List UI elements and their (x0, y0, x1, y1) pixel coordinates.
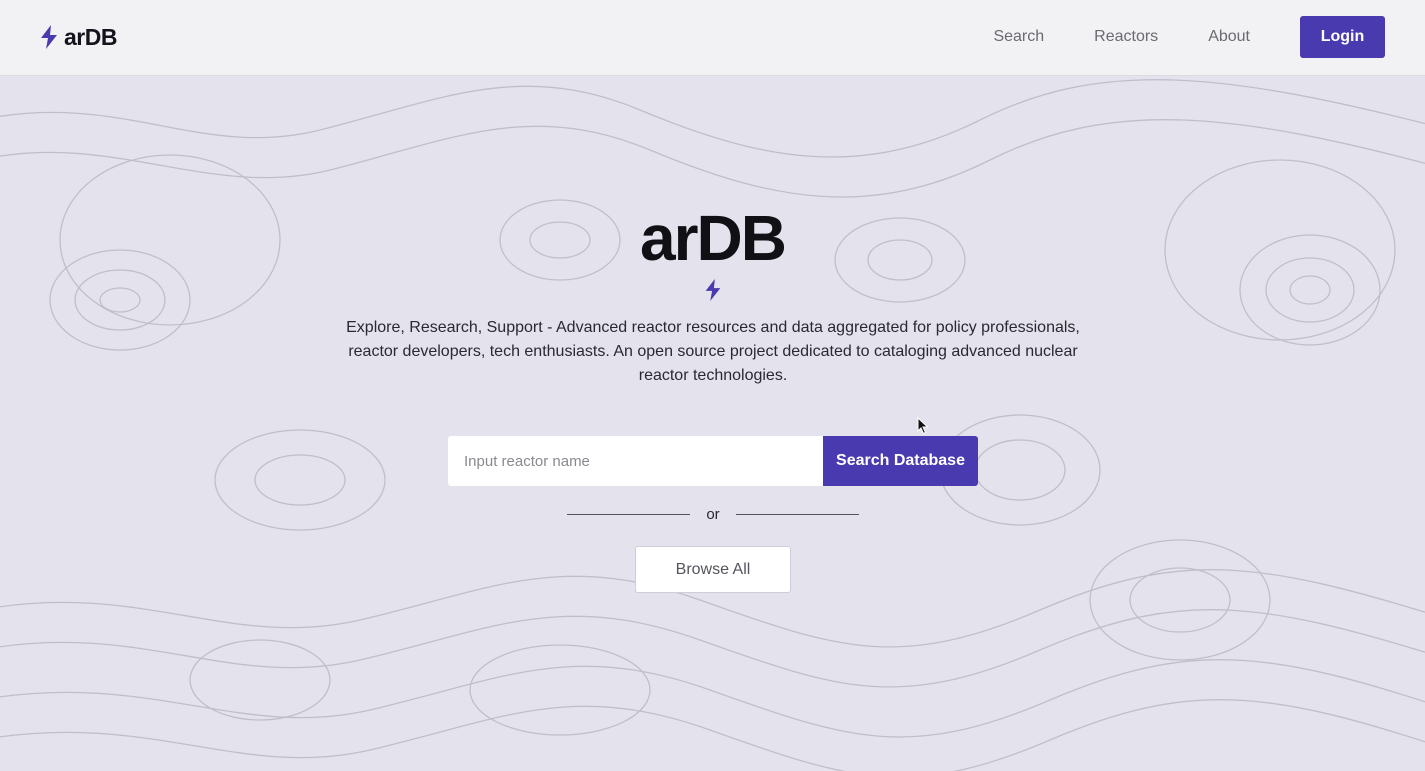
top-navbar: arDB Search Reactors About Login (0, 0, 1425, 76)
browse-all-button[interactable]: Browse All (635, 546, 791, 593)
brand-name: arDB (64, 23, 117, 50)
divider-line-left (567, 513, 690, 515)
mouse-pointer-icon (917, 416, 929, 440)
brand-logo-link[interactable]: arDB (40, 22, 117, 52)
nav-link-about[interactable]: About (1208, 28, 1250, 46)
login-button[interactable]: Login (1300, 16, 1385, 58)
lightning-bolt-icon (704, 279, 722, 306)
nav-links: Search Reactors About Login (993, 16, 1385, 58)
nav-link-search[interactable]: Search (993, 28, 1044, 46)
reactor-search-input[interactable] (448, 436, 823, 486)
nav-link-reactors[interactable]: Reactors (1094, 28, 1158, 46)
search-database-button[interactable]: Search Database (823, 436, 978, 486)
hero-description: Explore, Research, Support - Advanced re… (346, 319, 1080, 384)
hero-title: arDB (640, 202, 787, 274)
or-divider: or (567, 504, 859, 524)
divider-text: or (706, 505, 720, 523)
lightning-bolt-icon (40, 25, 58, 49)
search-form: Search Database (448, 436, 978, 486)
divider-line-right (736, 513, 859, 515)
